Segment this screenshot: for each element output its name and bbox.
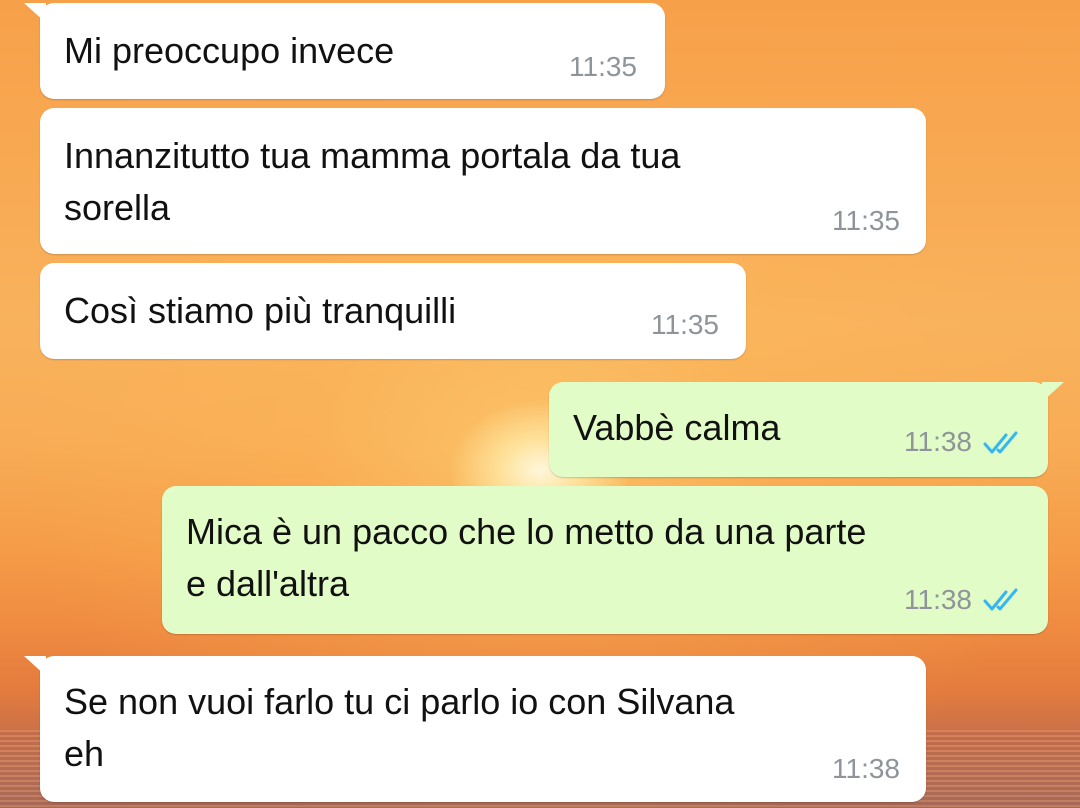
message-timestamp: 11:35 bbox=[832, 205, 900, 236]
bubble-tail bbox=[24, 3, 46, 23]
message-timestamp: 11:38 bbox=[904, 584, 972, 615]
message-text: Così stiamo più tranquilli bbox=[64, 290, 457, 331]
incoming-message-bubble[interactable]: Così stiamo più tranquilli 11:35 bbox=[40, 263, 746, 359]
outgoing-message-bubble[interactable]: Mica è un pacco che lo metto da una part… bbox=[162, 486, 1048, 634]
message-text: Mi preoccupo invece bbox=[64, 30, 395, 71]
incoming-message-bubble[interactable]: Se non vuoi farlo tu ci parlo io con Sil… bbox=[24, 656, 926, 802]
message-text: Innanzitutto tua mamma portala da tua so… bbox=[64, 135, 681, 228]
message-timestamp: 11:38 bbox=[904, 426, 972, 457]
message-text: Mica è un pacco che lo metto da una part… bbox=[186, 511, 867, 604]
message-timestamp: 11:35 bbox=[651, 309, 719, 340]
message-timestamp: 11:35 bbox=[569, 51, 637, 82]
double-check-icon bbox=[983, 588, 1018, 611]
bubble-tail bbox=[24, 656, 46, 676]
incoming-message-bubble[interactable]: Mi preoccupo invece 11:35 bbox=[24, 3, 665, 99]
double-check-icon bbox=[983, 431, 1018, 454]
incoming-message-bubble[interactable]: Innanzitutto tua mamma portala da tua so… bbox=[40, 108, 926, 254]
message-text: Se non vuoi farlo tu ci parlo io con Sil… bbox=[64, 681, 735, 774]
outgoing-message-bubble[interactable]: Vabbè calma 11:38 bbox=[549, 382, 1064, 477]
bubble-tail bbox=[1042, 382, 1064, 402]
message-text: Vabbè calma bbox=[573, 407, 781, 448]
message-timestamp: 11:38 bbox=[832, 753, 900, 784]
